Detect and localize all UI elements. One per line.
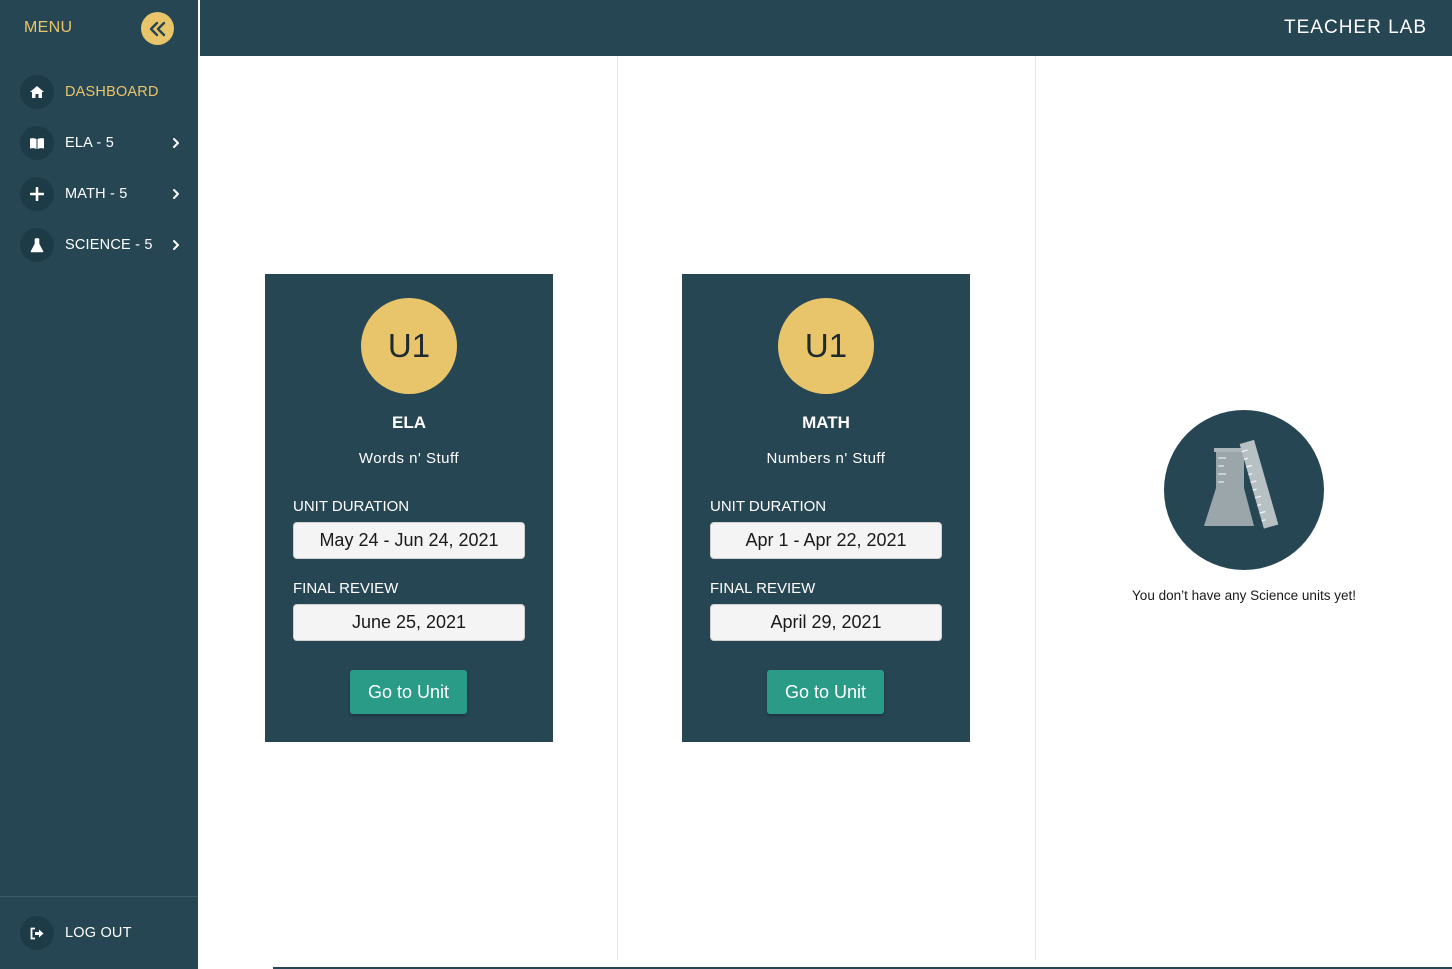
- book-icon: [20, 126, 54, 160]
- logout-button[interactable]: LOG OUT: [20, 915, 190, 951]
- sidebar-item-dashboard[interactable]: DASHBOARD: [20, 74, 190, 110]
- unit-card-math: U1 MATH Numbers n' Stuff UNIT DURATION A…: [682, 274, 970, 742]
- sidebar-item-label: ELA - 5: [65, 135, 114, 151]
- sidebar-divider: [0, 896, 198, 897]
- card-subject: ELA: [392, 413, 426, 432]
- unit-duration-label: UNIT DURATION: [293, 498, 410, 515]
- sidebar-item-label: MATH - 5: [65, 186, 128, 202]
- sidebar-item-ela[interactable]: ELA - 5: [20, 125, 190, 161]
- chevron-right-icon: [170, 188, 182, 200]
- unit-duration-label: UNIT DURATION: [710, 498, 827, 515]
- sidebar-item-label: SCIENCE - 5: [65, 237, 153, 253]
- final-review-field: April 29, 2021: [710, 604, 942, 641]
- flask-icon: [20, 228, 54, 262]
- card-subject: MATH: [802, 413, 850, 432]
- card-unit-name: Words n' Stuff: [358, 450, 460, 467]
- sidebar-item-label: DASHBOARD: [65, 84, 159, 100]
- unit-duration-field: Apr 1 - Apr 22, 2021: [710, 522, 942, 559]
- column-divider: [1035, 56, 1036, 960]
- sign-out-icon: [20, 916, 54, 950]
- card-unit-name: Numbers n' Stuff: [766, 450, 886, 467]
- final-review-label: FINAL REVIEW: [293, 580, 399, 597]
- empty-science-message: You don’t have any Science units yet!: [1132, 588, 1356, 603]
- go-to-unit-button[interactable]: Go to Unit: [767, 670, 884, 714]
- double-chevron-left-icon: [149, 21, 165, 36]
- chevron-right-icon: [170, 137, 182, 149]
- menu-label: MENU: [24, 19, 73, 36]
- unit-badge: U1: [361, 298, 457, 394]
- column-divider: [617, 56, 618, 960]
- plus-icon: [20, 177, 54, 211]
- collapse-menu-button[interactable]: [141, 12, 174, 45]
- logout-label: LOG OUT: [65, 925, 132, 941]
- go-to-unit-button[interactable]: Go to Unit: [350, 670, 467, 714]
- home-icon: [20, 75, 54, 109]
- chevron-right-icon: [170, 239, 182, 251]
- unit-card-ela: U1 ELA Words n' Stuff UNIT DURATION May …: [265, 274, 553, 742]
- final-review-label: FINAL REVIEW: [710, 580, 816, 597]
- final-review-field: June 25, 2021: [293, 604, 525, 641]
- top-bar: TEACHER LAB: [200, 0, 1452, 56]
- beaker-ruler-icon: [1164, 410, 1324, 570]
- sidebar-item-math[interactable]: MATH - 5: [20, 176, 190, 212]
- app-brand: TEACHER LAB: [1284, 17, 1427, 38]
- unit-badge: U1: [778, 298, 874, 394]
- sidebar-item-science[interactable]: SCIENCE - 5: [20, 227, 190, 263]
- sidebar: MENU DASHBOARD ELA - 5 MATH - 5 SCIENCE …: [0, 0, 198, 969]
- unit-duration-field: May 24 - Jun 24, 2021: [293, 522, 525, 559]
